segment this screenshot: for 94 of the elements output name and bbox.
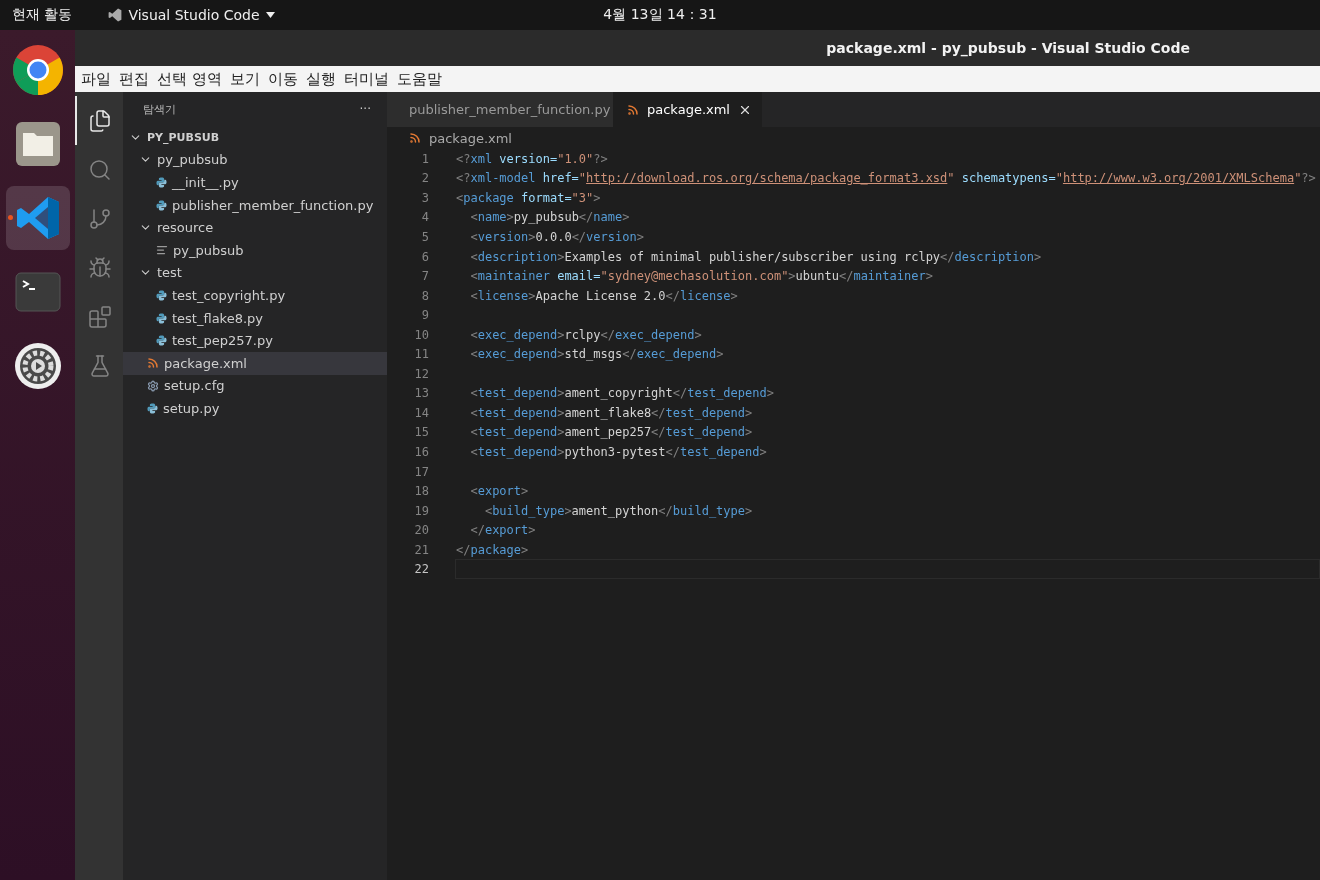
branch-icon[interactable] [88,206,112,231]
file-tree-item[interactable]: test [123,261,387,285]
editor-tab[interactable]: publisher_member_function.py [387,92,613,127]
file-tree-item[interactable]: setup.py [123,397,387,420]
line-number: 9 [420,308,429,323]
line-number: 1 [420,151,429,166]
code-line: <?xml-model href="http://download.ros.org/schema/package_format3.xsd" schematypens="http://www.w3.org/2001/XMLSchema"?> [456,171,1316,186]
file-tree-item[interactable]: resource [123,216,387,239]
code-line: <test_depend>ament_flake8</test_depend> [469,405,753,420]
python-file-icon [156,177,167,188]
code-line: </package> [456,542,529,557]
python-file-icon [156,199,167,211]
line-number: 18 [413,484,429,499]
code-line: <version>0.0.0</version> [469,229,644,244]
clock[interactable]: 4월 13일 14：31 [603,6,717,24]
line-number: 14 [413,405,429,420]
menu-item[interactable]: 파일 [79,69,113,89]
files-icon[interactable] [88,108,112,133]
code-line: </export> [469,523,536,538]
line-number: 2 [420,171,429,186]
line-number: 8 [420,288,429,303]
python-file-icon [147,402,158,414]
code-line: <test_depend>python3-pytest</test_depend> [469,444,767,459]
activities-button[interactable]: 현재 활동 [12,6,73,24]
chrome-icon[interactable] [11,44,64,96]
rss-icon [147,357,159,370]
line-number: 22 [413,562,429,577]
line-number: 5 [420,229,429,244]
code-editor-icon [108,8,123,22]
menu-item[interactable]: 도움말 [394,69,444,89]
file-tree-item[interactable]: test_flake8.py [123,306,387,330]
line-number: 15 [413,425,429,440]
code-line: <package format="3"> [456,190,601,205]
code-line: <test_depend>ament_pep257</test_depend> [469,425,753,440]
code-line: <description>Examples of minimal publisher/subscriber using rclpy</description> [469,249,1042,264]
gear-icon [147,379,159,392]
file-tree-item[interactable]: setup.cfg [123,374,387,398]
line-number: 3 [420,190,429,205]
line-number: 12 [413,366,429,381]
code-line: <name>py_pubsub</name> [469,210,630,225]
search-icon[interactable] [88,157,112,182]
blocks-icon[interactable] [88,304,112,329]
menu-item[interactable]: 편집 [117,69,151,89]
menu-item[interactable]: 선택 영역 [155,69,224,89]
code-line: <build_type>ament_python</build_type> [483,503,753,518]
python-file-icon [156,335,167,347]
code-line: <maintainer email="sydney@mechasolution.com">ubuntu</maintainer> [469,269,933,284]
code-line: <license>Apache License 2.0</license> [469,288,738,303]
menu-item[interactable]: 이동 [265,69,300,89]
code-editor-icon[interactable] [14,195,61,241]
menu-item[interactable]: 보기 [227,69,262,89]
file-tree-item[interactable]: package.xml [123,351,387,375]
line-number: 16 [413,444,429,459]
workspace-header[interactable]: PY_PUBSUB [123,126,387,149]
line-number: 6 [420,249,429,264]
caret-icon [265,12,275,18]
flask-icon[interactable] [88,353,112,378]
file-tree-item[interactable]: __init__.py [123,171,387,194]
menu-item[interactable]: 실행 [303,69,338,89]
sidebar-title: 탐색기 [143,101,176,117]
python-file-icon [156,289,167,301]
app-menu[interactable]: Visual Studio Code [108,7,275,23]
line-number: 13 [413,386,429,401]
settings-icon[interactable] [13,342,62,390]
python-file-icon [156,312,167,324]
text-file-icon [156,244,168,257]
breadcrumb[interactable]: package.xml [429,130,512,146]
file-tree-item[interactable]: py_pubsub [123,238,387,262]
line-number: 7 [420,269,429,284]
line-number: 10 [413,327,429,342]
rss-icon [409,132,421,144]
folder-icon[interactable] [14,121,61,167]
file-tree-item[interactable]: test_pep257.py [123,329,387,352]
line-number: 19 [413,503,429,518]
file-tree-item[interactable]: py_pubsub [123,148,387,172]
more-button[interactable]: ··· [359,102,371,116]
line-number: 21 [413,542,429,557]
line-number: 4 [420,210,429,225]
line-number: 17 [413,464,429,479]
rss-icon [627,103,639,116]
bug-icon[interactable] [88,255,112,280]
menu-item[interactable]: 터미널 [341,69,391,89]
terminal-icon[interactable] [14,272,61,312]
code-line: <exec_depend>std_msgs</exec_depend> [469,347,724,362]
code-line: <exec_depend>rclpy</exec_depend> [469,327,702,342]
editor-tab[interactable]: package.xml [613,92,762,127]
code-line: <?xml version="1.0"?> [456,151,608,166]
file-tree-item[interactable]: publisher_member_function.py [123,193,387,217]
code-line: <test_depend>ament_copyright</test_depend> [469,386,774,401]
file-tree-item[interactable]: test_copyright.py [123,284,387,307]
window-title: package.xml - py_pubsub - Visual Studio Code [826,40,1190,56]
code-line: <export> [469,484,529,499]
line-number: 11 [413,347,429,362]
line-number: 20 [413,523,429,538]
